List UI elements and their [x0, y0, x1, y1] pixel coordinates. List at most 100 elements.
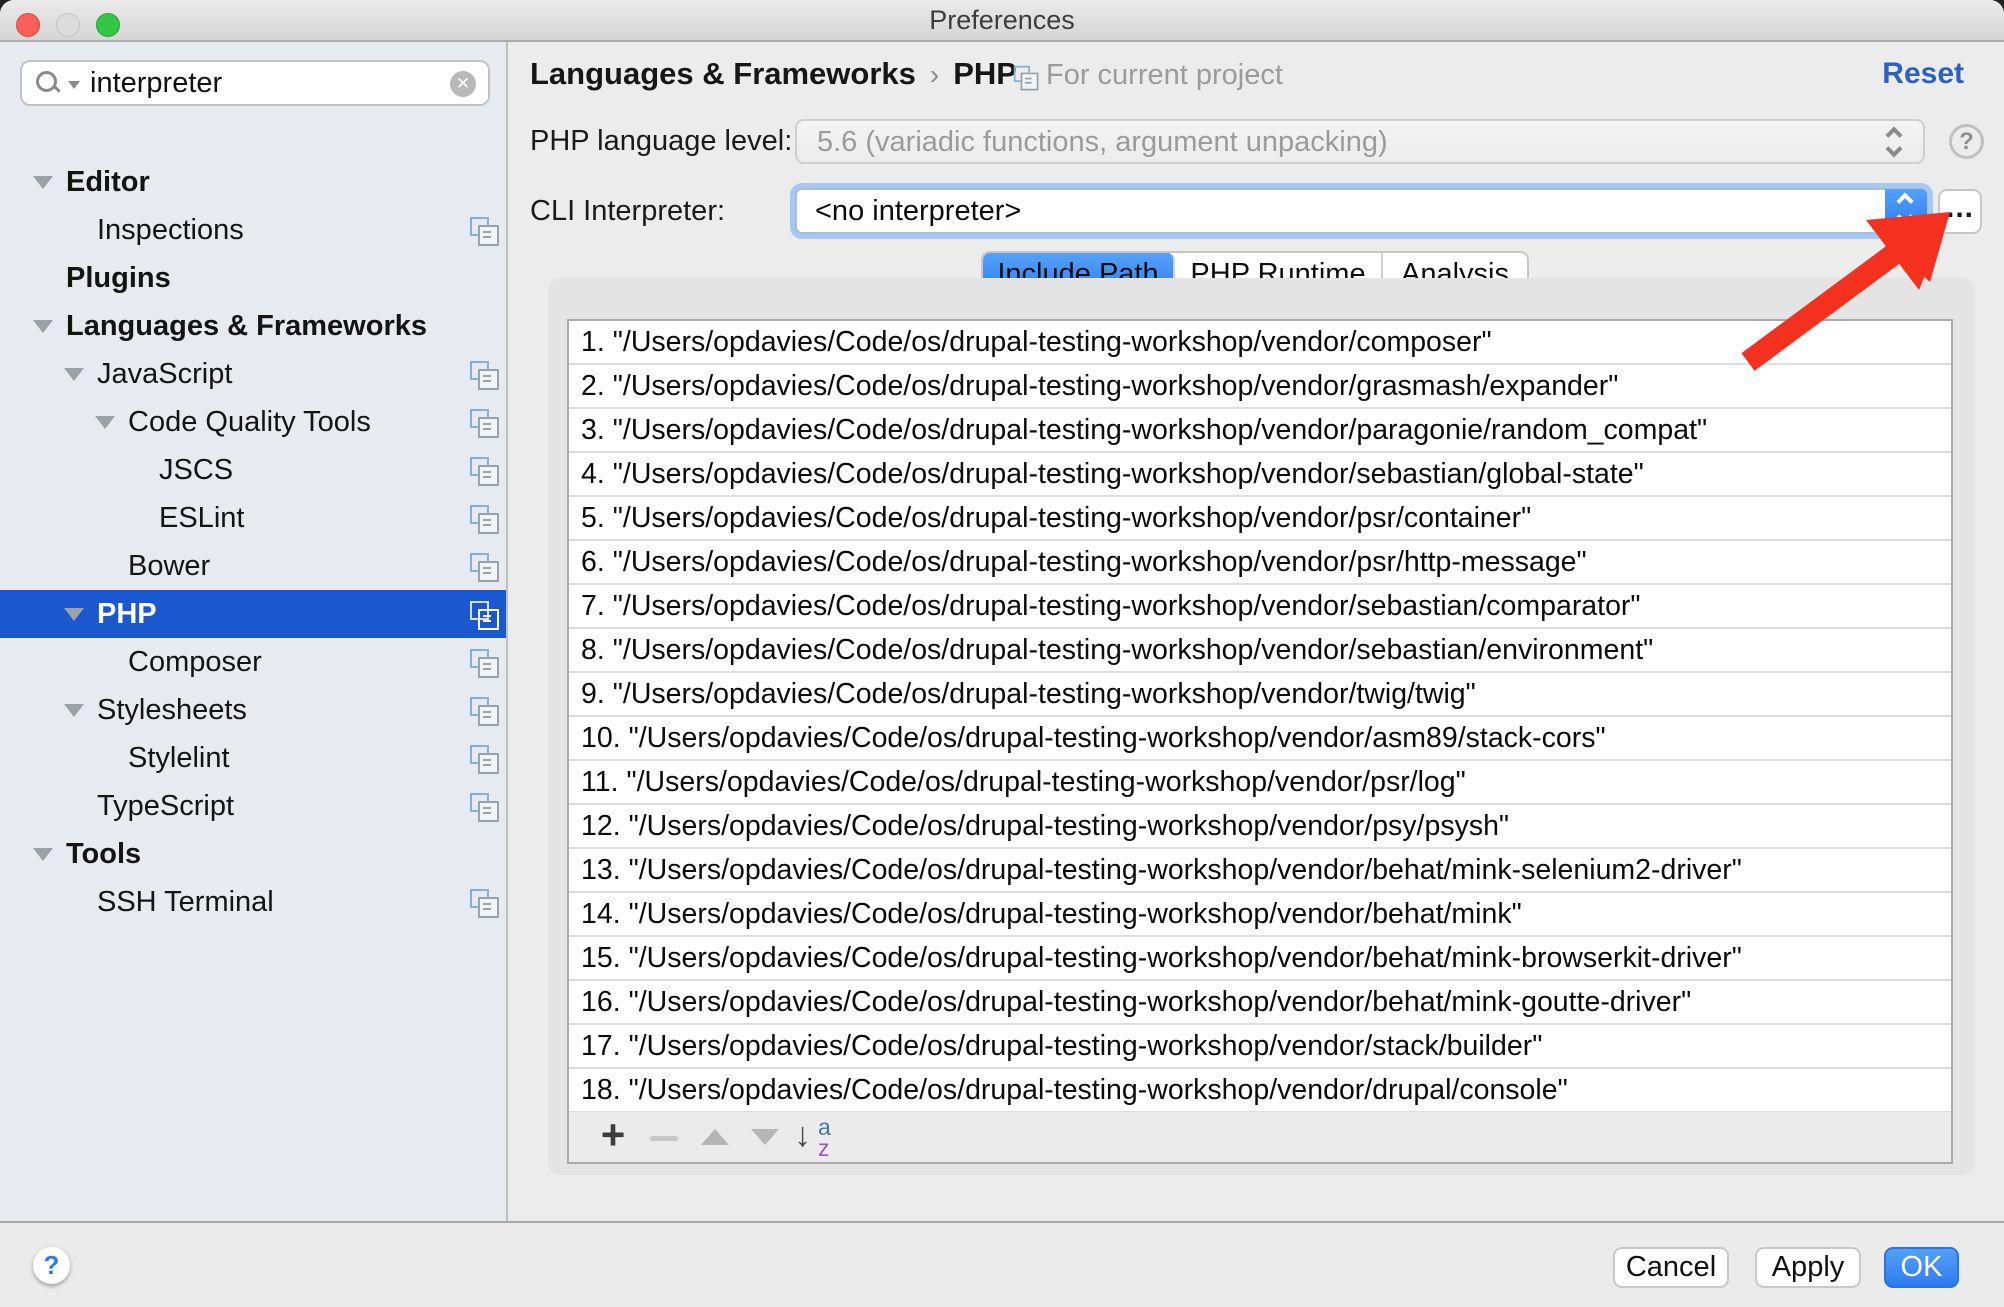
search-icon[interactable] — [36, 71, 62, 97]
move-up-button[interactable] — [693, 1112, 737, 1162]
interpreter-select[interactable]: <no interpreter> — [795, 188, 1928, 234]
path-index: 13. — [581, 849, 621, 891]
path-index: 3. — [581, 409, 605, 451]
interpreter-browse-button[interactable]: ... — [1938, 189, 1982, 234]
sidebar-tree-item[interactable]: Plugins — [0, 254, 506, 302]
include-path-row[interactable]: 3."/Users/opdavies/Code/os/drupal-testin… — [569, 409, 1951, 453]
search-hit-copy-icon — [470, 697, 497, 724]
path-value: "/Users/opdavies/Code/os/drupal-testing-… — [627, 766, 1466, 798]
sidebar-tree-item[interactable]: SSH Terminal — [0, 878, 506, 926]
path-index: 15. — [581, 937, 621, 979]
sidebar-tree-item[interactable]: Inspections — [0, 206, 506, 254]
include-path-row[interactable]: 1."/Users/opdavies/Code/os/drupal-testin… — [569, 321, 1951, 365]
search-filter-caret-icon[interactable] — [68, 81, 80, 89]
cancel-button[interactable]: Cancel — [1613, 1247, 1729, 1288]
help-icon[interactable]: ? — [1949, 124, 1984, 159]
path-value: "/Users/opdavies/Code/os/drupal-testing-… — [613, 590, 1641, 622]
expand-arrow-icon[interactable] — [33, 848, 53, 861]
interpreter-stepper-icon[interactable] — [1885, 189, 1927, 233]
include-path-row[interactable]: 4."/Users/opdavies/Code/os/drupal-testin… — [569, 453, 1951, 497]
sidebar-tree-item[interactable]: JSCS — [0, 446, 506, 494]
tree-item-label: Editor — [66, 158, 150, 206]
sidebar-tree-item[interactable]: ESLint — [0, 494, 506, 542]
sidebar-tree-item[interactable]: Code Quality Tools — [0, 398, 506, 446]
expand-arrow-icon[interactable] — [64, 368, 84, 381]
search-hit-copy-icon — [470, 889, 497, 916]
search-hit-copy-icon — [470, 409, 497, 436]
path-value: "/Users/opdavies/Code/os/drupal-testing-… — [613, 678, 1476, 710]
include-path-row[interactable]: 10."/Users/opdavies/Code/os/drupal-testi… — [569, 717, 1951, 761]
expand-arrow-icon[interactable] — [64, 608, 84, 621]
sidebar-tree-item[interactable]: Stylelint — [0, 734, 506, 782]
search-hit-copy-icon — [470, 553, 497, 580]
preferences-dialog: Preferences Editor Inspections Plugins L… — [0, 0, 2004, 1307]
search-input[interactable] — [88, 62, 418, 104]
expand-arrow-icon[interactable] — [64, 704, 84, 717]
path-index: 6. — [581, 541, 605, 583]
sidebar-tree-item[interactable]: Stylesheets — [0, 686, 506, 734]
apply-button[interactable]: Apply — [1755, 1247, 1861, 1288]
include-path-row[interactable]: 8."/Users/opdavies/Code/os/drupal-testin… — [569, 629, 1951, 673]
tree-item-label: Tools — [66, 830, 141, 878]
include-path-list[interactable]: 1."/Users/opdavies/Code/os/drupal-testin… — [567, 319, 1953, 1164]
expand-arrow-icon[interactable] — [33, 320, 53, 333]
clear-search-icon[interactable] — [450, 71, 476, 97]
path-index: 17. — [581, 1025, 621, 1067]
sidebar-tree-item[interactable]: Languages & Frameworks — [0, 302, 506, 350]
settings-search-box[interactable] — [20, 60, 490, 106]
tree-item-label: Languages & Frameworks — [66, 302, 427, 350]
move-down-button[interactable] — [743, 1112, 787, 1162]
title-bar[interactable]: Preferences — [0, 0, 2004, 42]
sidebar-tree-item[interactable]: Composer — [0, 638, 506, 686]
sidebar-tree-item[interactable]: JavaScript — [0, 350, 506, 398]
language-level-label: PHP language level: — [530, 119, 792, 163]
sidebar-tree-item[interactable]: PHP — [0, 590, 506, 638]
include-path-row[interactable]: 15."/Users/opdavies/Code/os/drupal-testi… — [569, 937, 1951, 981]
include-path-row[interactable]: 9."/Users/opdavies/Code/os/drupal-testin… — [569, 673, 1951, 717]
tree-item-label: ESLint — [159, 494, 244, 542]
reset-link[interactable]: Reset — [1882, 54, 1964, 94]
search-hit-copy-icon — [470, 457, 497, 484]
tree-item-label: TypeScript — [97, 782, 234, 830]
remove-path-button[interactable] — [642, 1112, 686, 1162]
tree-item-label: Bower — [128, 542, 210, 590]
path-value: "/Users/opdavies/Code/os/drupal-testing-… — [613, 502, 1531, 534]
path-index: 14. — [581, 893, 621, 935]
scope-label: For current project — [1046, 59, 1283, 91]
sidebar-tree-item[interactable]: Tools — [0, 830, 506, 878]
search-hit-copy-icon — [470, 601, 497, 628]
ok-button[interactable]: OK — [1884, 1247, 1959, 1288]
include-path-row[interactable]: 12."/Users/opdavies/Code/os/drupal-testi… — [569, 805, 1951, 849]
include-path-row[interactable]: 11."/Users/opdavies/Code/os/drupal-testi… — [569, 761, 1951, 805]
sort-arrow-icon: ↓ — [794, 1116, 811, 1155]
expand-arrow-icon[interactable] — [33, 176, 53, 189]
path-value: "/Users/opdavies/Code/os/drupal-testing-… — [629, 942, 1742, 974]
include-path-row[interactable]: 2."/Users/opdavies/Code/os/drupal-testin… — [569, 365, 1951, 409]
include-path-row[interactable]: 7."/Users/opdavies/Code/os/drupal-testin… — [569, 585, 1951, 629]
include-path-row[interactable]: 13."/Users/opdavies/Code/os/drupal-testi… — [569, 849, 1951, 893]
include-path-row[interactable]: 16."/Users/opdavies/Code/os/drupal-testi… — [569, 981, 1951, 1025]
breadcrumb-parent[interactable]: Languages & Frameworks — [530, 56, 916, 91]
path-value: "/Users/opdavies/Code/os/drupal-testing-… — [613, 326, 1492, 358]
path-value: "/Users/opdavies/Code/os/drupal-testing-… — [613, 458, 1644, 490]
path-index: 8. — [581, 629, 605, 671]
expand-arrow-icon[interactable] — [95, 416, 115, 429]
add-path-button[interactable]: + — [591, 1112, 635, 1162]
sort-az-button[interactable]: ↓ a z — [794, 1112, 850, 1162]
list-toolbar: + ↓ a z — [569, 1112, 1951, 1162]
path-value: "/Users/opdavies/Code/os/drupal-testing-… — [613, 414, 1707, 446]
include-path-row[interactable]: 17."/Users/opdavies/Code/os/drupal-testi… — [569, 1025, 1951, 1069]
settings-sidebar: Editor Inspections Plugins Languages & F… — [0, 42, 508, 1221]
include-path-row[interactable]: 18."/Users/opdavies/Code/os/drupal-testi… — [569, 1069, 1951, 1113]
include-path-row[interactable]: 5."/Users/opdavies/Code/os/drupal-testin… — [569, 497, 1951, 541]
help-button[interactable]: ? — [33, 1247, 70, 1284]
tree-item-label: SSH Terminal — [97, 878, 274, 926]
sidebar-tree-item[interactable]: Bower — [0, 542, 506, 590]
scope-indicator: For current project — [1012, 58, 1283, 92]
tree-item-label: PHP — [97, 590, 157, 638]
include-path-row[interactable]: 14."/Users/opdavies/Code/os/drupal-testi… — [569, 893, 1951, 937]
path-index: 2. — [581, 365, 605, 407]
include-path-row[interactable]: 6."/Users/opdavies/Code/os/drupal-testin… — [569, 541, 1951, 585]
sidebar-tree-item[interactable]: TypeScript — [0, 782, 506, 830]
sidebar-tree-item[interactable]: Editor — [0, 158, 506, 206]
